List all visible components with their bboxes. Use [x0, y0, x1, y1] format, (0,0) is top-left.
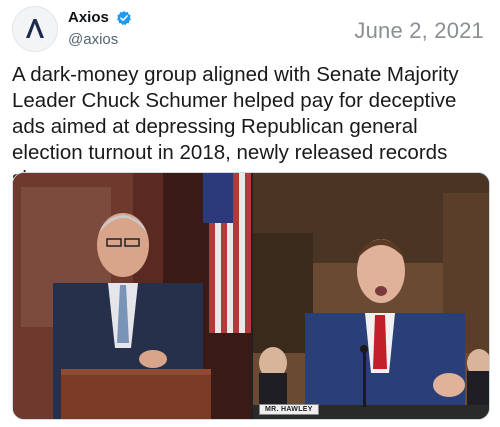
verified-badge-icon: [116, 10, 132, 26]
avatar[interactable]: [12, 6, 58, 52]
tweet-card[interactable]: Axios @axios June 2, 2021 A dark-money g…: [0, 0, 500, 427]
axios-logo-icon: [26, 19, 44, 38]
account-info: Axios @axios: [68, 9, 132, 49]
tweet-header: Axios @axios June 2, 2021: [12, 6, 488, 54]
display-name[interactable]: Axios: [68, 9, 109, 27]
tweet-media[interactable]: MR. HAWLEY: [12, 172, 490, 420]
photo-hawley[interactable]: MR. HAWLEY: [253, 173, 489, 419]
tweet-date[interactable]: June 2, 2021: [354, 18, 484, 44]
account-handle[interactable]: @axios: [68, 31, 132, 49]
nameplate: MR. HAWLEY: [259, 404, 319, 415]
photo-schumer[interactable]: [13, 173, 251, 419]
